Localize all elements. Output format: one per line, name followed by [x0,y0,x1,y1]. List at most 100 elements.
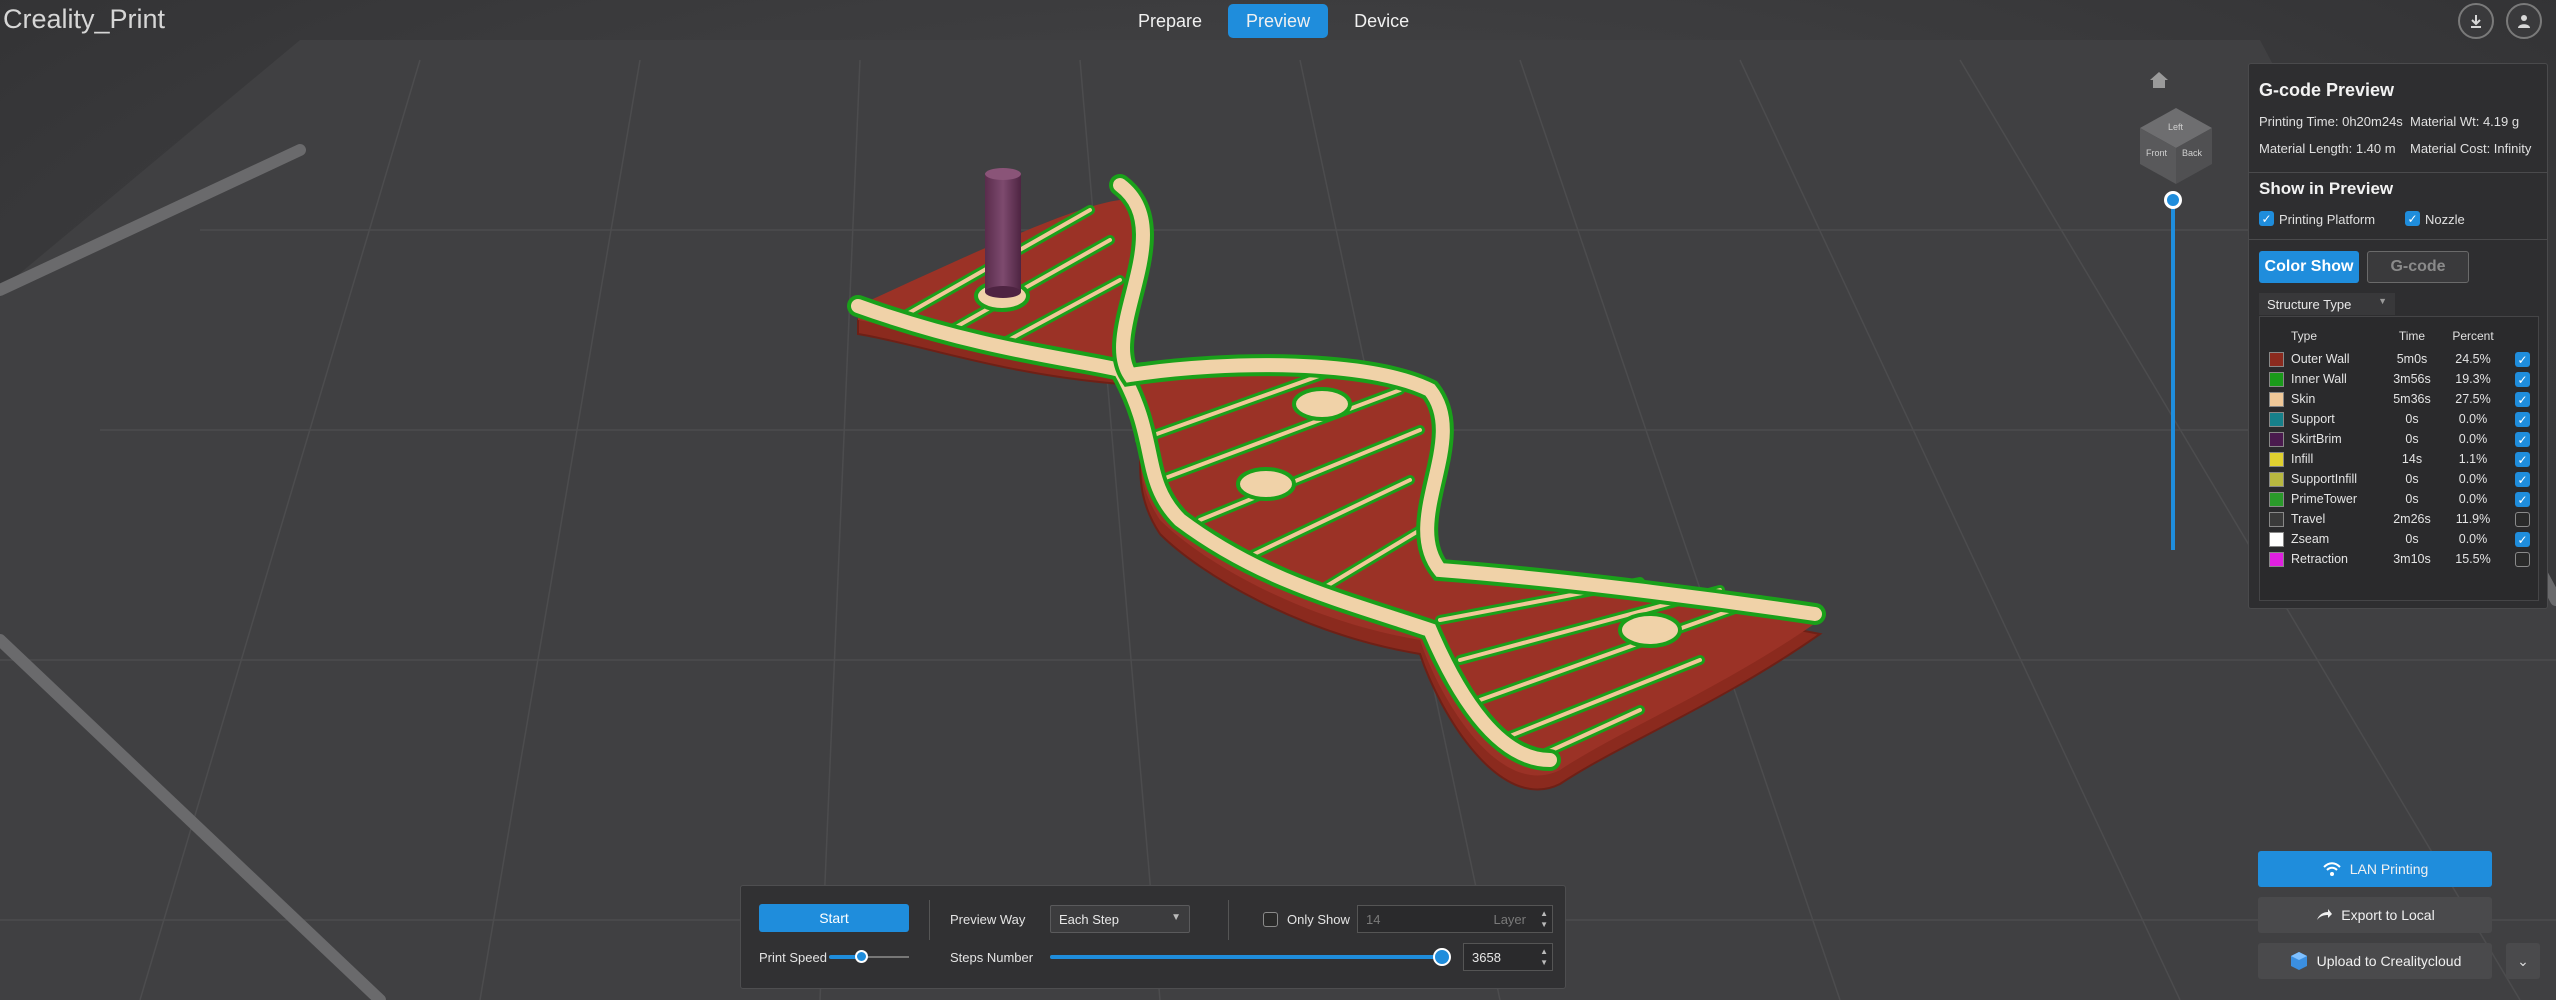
legend-type: Retraction [2291,552,2348,566]
legend-time: 5m36s [2393,392,2431,406]
preview-way-label: Preview Way [950,912,1026,927]
gcode-preview-panel: G-code Preview Printing Time: 0h20m24s M… [2248,63,2548,609]
steps-value: 3658 [1472,949,1501,965]
steps-input[interactable]: 3658 ▲ ▼ [1463,943,1553,971]
layer-slider-track[interactable] [2171,200,2175,550]
legend-header-percent: Percent [2452,329,2494,343]
legend-swatch [2269,492,2284,507]
legend-visibility-checkbox[interactable] [2515,552,2530,567]
layer-slider-handle[interactable] [2164,191,2182,209]
app-title: Creality_Print [3,4,166,34]
legend-percent: 19.3% [2455,372,2491,386]
printing-time: Printing Time: 0h20m24s [2259,114,2403,129]
legend-percent: 0.0% [2458,432,2488,446]
legend-visibility-checkbox[interactable]: ✓ [2515,432,2530,447]
panel-divider [2249,239,2547,240]
legend-time: 0s [2405,432,2419,446]
legend-row: Inner Wall 3m56s 19.3% ✓ [2260,370,2538,390]
color-show-button[interactable]: Color Show [2259,251,2359,283]
export-local-button[interactable]: Export to Local [2258,897,2492,933]
legend-swatch [2269,512,2284,527]
steps-handle[interactable] [1433,948,1451,966]
legend-swatch [2269,552,2284,567]
legend-swatch [2269,412,2284,427]
tab-prepare[interactable]: Prepare [1120,4,1220,38]
print-speed-handle[interactable] [855,950,868,963]
legend-percent: 24.5% [2455,352,2491,366]
legend-row: Travel 2m26s 11.9% [2260,510,2538,530]
view-cube-face-front[interactable]: Front [2146,148,2168,158]
legend-percent: 11.9% [2455,512,2491,526]
spin-up-icon[interactable]: ▲ [1540,909,1548,918]
legend-swatch [2269,452,2284,467]
legend-visibility-checkbox[interactable]: ✓ [2515,472,2530,487]
spin-up-icon[interactable]: ▲ [1540,947,1548,956]
legend-visibility-checkbox[interactable]: ✓ [2515,452,2530,467]
legend-time: 3m56s [2393,372,2431,386]
legend-time: 0s [2405,492,2419,506]
user-icon [2518,15,2530,28]
account-button[interactable] [2506,3,2542,39]
legend-visibility-checkbox[interactable] [2515,512,2530,527]
nozzle-checkbox[interactable]: ✓ [2405,211,2420,226]
layer-input[interactable]: 14 Layer ▲ ▼ [1357,905,1553,933]
printing-platform-checkbox[interactable]: ✓ [2259,211,2274,226]
structure-type-select[interactable]: Structure Type ▼ [2259,293,2395,315]
nozzle [985,168,1021,298]
download-icon [2471,15,2481,28]
upload-cloud-label: Upload to Crealitycloud [2316,953,2462,969]
wifi-icon [2322,862,2341,876]
structure-legend: Type Time Percent Outer Wall 5m0s 24.5% ✓ In… [2259,316,2539,601]
upload-cloud-button[interactable]: Upload to Crealitycloud [2258,943,2492,979]
legend-visibility-checkbox[interactable]: ✓ [2515,372,2530,387]
download-button[interactable] [2458,3,2494,39]
legend-percent: 15.5% [2455,552,2491,566]
lan-printing-button[interactable]: LAN Printing [2258,851,2492,887]
legend-time: 14s [2401,452,2423,466]
preview-controls: Start Print Speed Preview Way Each Step … [740,885,1566,989]
crealitycloud-icon [2290,952,2307,970]
spin-down-icon[interactable]: ▼ [1540,920,1548,929]
legend-row: Infill 14s 1.1% ✓ [2260,450,2538,470]
legend-percent: 1.1% [2458,452,2488,466]
start-button[interactable]: Start [759,904,909,932]
gcode-button[interactable]: G-code [2367,251,2469,283]
view-cube-face-back[interactable]: Back [2182,148,2203,158]
legend-swatch [2269,392,2284,407]
legend-visibility-checkbox[interactable]: ✓ [2515,412,2530,427]
legend-time: 0s [2405,412,2419,426]
layer-value: 14 [1366,911,1381,927]
legend-time: 3m10s [2393,552,2431,566]
legend-header-time: Time [2398,329,2426,343]
print-speed-label: Print Speed [759,950,827,965]
legend-type: Inner Wall [2291,372,2347,386]
chevron-down-icon: ▼ [1171,912,1181,923]
structure-type-value: Structure Type [2267,296,2352,312]
material-length: Material Length: 1.40 m [2259,141,2396,156]
legend-swatch [2269,432,2284,447]
legend-visibility-checkbox[interactable]: ✓ [2515,532,2530,547]
only-show-checkbox[interactable] [1263,912,1278,927]
spin-down-icon[interactable]: ▼ [1540,958,1548,967]
legend-visibility-checkbox[interactable]: ✓ [2515,492,2530,507]
legend-swatch [2269,372,2284,387]
legend-type: Zseam [2291,532,2330,546]
tab-device[interactable]: Device [1336,4,1427,38]
legend-type: Skin [2291,392,2316,406]
legend-row: PrimeTower 0s 0.0% ✓ [2260,490,2538,510]
only-show-label: Only Show [1287,912,1350,927]
upload-options-button[interactable]: ⌄ [2506,943,2540,979]
legend-row: SkirtBrim 0s 0.0% ✓ [2260,430,2538,450]
tab-preview[interactable]: Preview [1228,4,1329,38]
preview-way-select[interactable]: Each Step ▼ [1050,905,1190,933]
main-nav: Prepare Preview Device [1120,4,1427,38]
legend-header-type: Type [2291,329,2318,343]
view-cube-face-left[interactable]: Left [2168,122,2184,132]
legend-visibility-checkbox[interactable]: ✓ [2515,392,2530,407]
chevron-down-icon: ▼ [2378,296,2387,306]
legend-row: Support 0s 0.0% ✓ [2260,410,2538,430]
legend-visibility-checkbox[interactable]: ✓ [2515,352,2530,367]
legend-time: 5m0s [2396,352,2428,366]
export-icon [2317,909,2333,920]
legend-row: Skin 5m36s 27.5% ✓ [2260,390,2538,410]
